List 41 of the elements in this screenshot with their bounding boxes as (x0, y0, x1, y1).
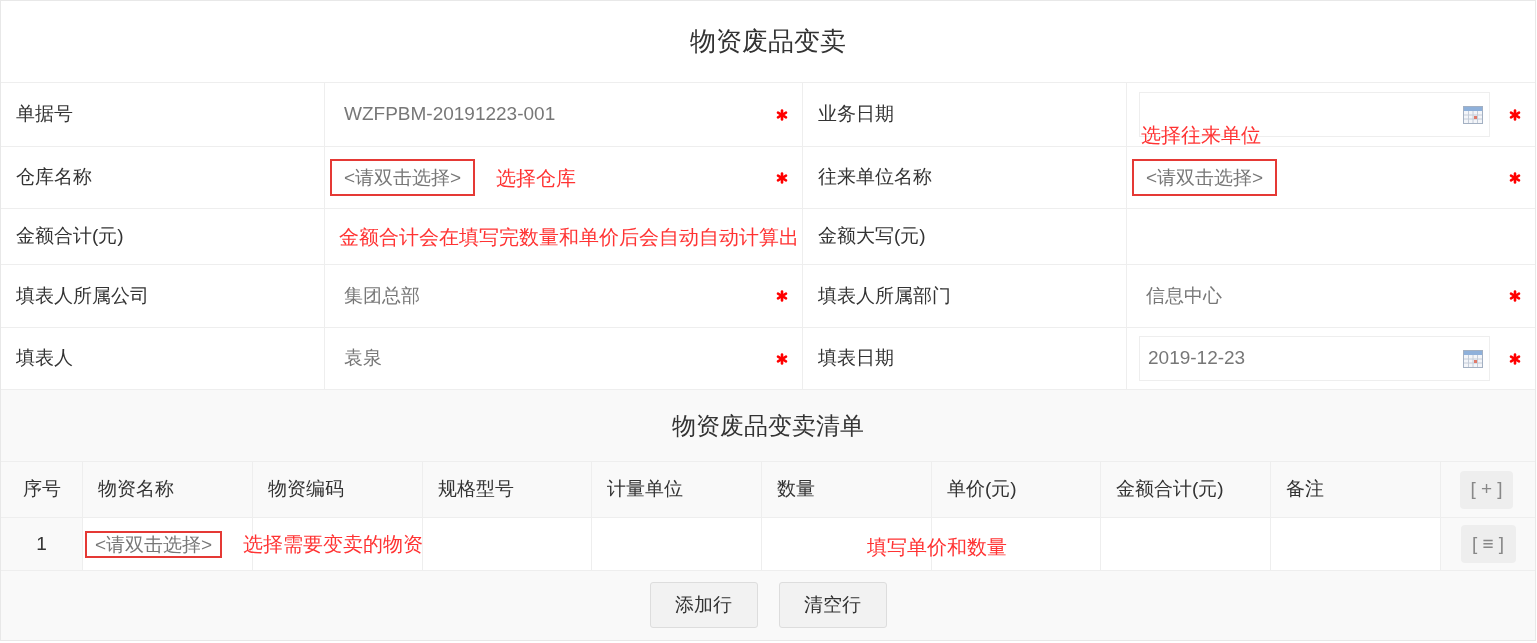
date-field[interactable]: 2019-12-23 (1139, 336, 1490, 381)
picker-field[interactable]: <请双击选择> (330, 159, 476, 196)
field-label: 单据号 (16, 102, 73, 127)
annotation-text: 金额合计会在填写完数量和单价后会自动自动计算出 (339, 224, 799, 250)
field-label: 填表人所属部门 (818, 283, 951, 308)
row-menu-button[interactable]: [ ≡ ] (1460, 525, 1516, 563)
field-label: 填表人 (16, 346, 73, 371)
picker-field[interactable]: <请双击选择> (85, 530, 223, 558)
field-label: 填表日期 (818, 346, 894, 371)
field-label: 填表人所属公司 (16, 283, 149, 308)
field-label: 往来单位名称 (818, 165, 932, 190)
field-label: 业务日期 (818, 102, 894, 127)
column-header: 物资名称 (98, 477, 174, 502)
column-header: 序号 (22, 477, 61, 502)
column-header: 数量 (777, 477, 815, 502)
field-value: 集团总部 (344, 283, 420, 308)
form-title: 物资废品变卖 (690, 25, 846, 58)
action-button[interactable]: 添加行 (649, 582, 758, 628)
field-value: 袁泉 (344, 346, 382, 371)
action-button[interactable]: 清空行 (778, 582, 887, 628)
column-header: 计量单位 (607, 477, 683, 502)
picker-field[interactable]: <请双击选择> (1132, 159, 1278, 196)
field-value: 信息中心 (1146, 283, 1222, 308)
add-column-button[interactable]: [ + ] (1460, 470, 1513, 509)
annotation-text: 选择仓库 (496, 165, 577, 191)
field-label: 金额大写(元) (818, 224, 926, 249)
field-value: WZFPBM-20191223-001 (344, 102, 556, 127)
annotation-text: 填写单价和数量 (867, 535, 1007, 560)
calendar-icon (1463, 349, 1483, 368)
column-header: 单价(元) (947, 477, 1017, 502)
annotation-text: 选择需要变卖的物资 (243, 532, 424, 557)
calendar-icon (1463, 105, 1483, 124)
column-header: 物资编码 (268, 477, 344, 502)
column-header: 金额合计(元) (1116, 477, 1224, 502)
field-label: 金额合计(元) (16, 224, 124, 249)
row-number: 1 (36, 531, 47, 556)
column-header: 备注 (1286, 477, 1324, 502)
annotation-text: 选择往来单位 (1141, 123, 1261, 148)
field-label: 仓库名称 (16, 165, 92, 190)
section-title: 物资废品变卖清单 (672, 410, 864, 441)
column-header: 规格型号 (438, 477, 514, 502)
